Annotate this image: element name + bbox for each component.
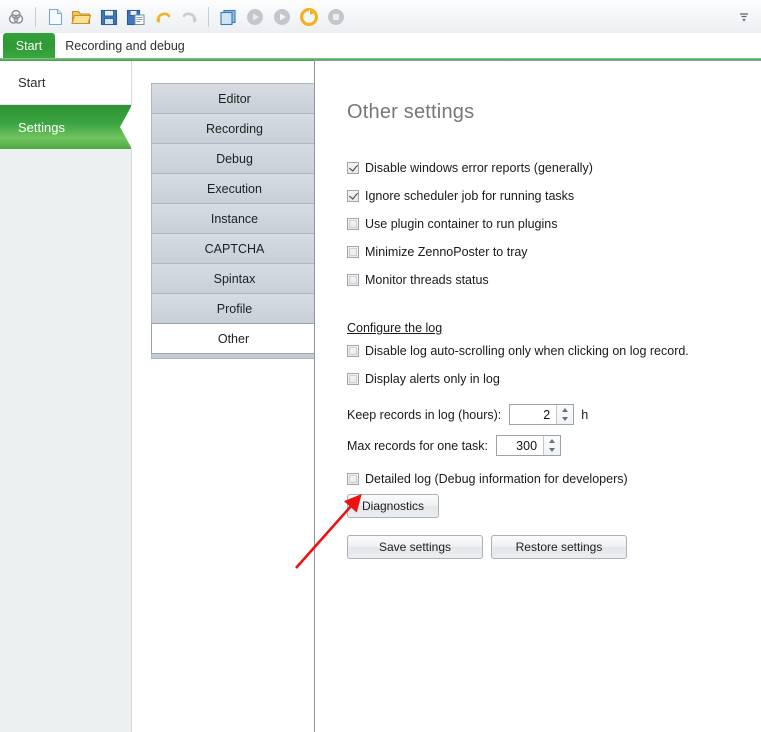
save-as-icon[interactable] bbox=[122, 3, 149, 30]
tab-recording-and-debug[interactable]: Recording and debug bbox=[62, 33, 188, 58]
field-max-records-for-one-task: Max records for one task: 300 bbox=[347, 435, 747, 456]
ribbon-tabstrip: Start Recording and debug bbox=[0, 33, 761, 58]
checkbox-box-icon[interactable] bbox=[347, 246, 359, 258]
settings-tab-instance[interactable]: Instance bbox=[151, 203, 318, 233]
stop-icon[interactable] bbox=[322, 3, 349, 30]
play-icon[interactable] bbox=[268, 3, 295, 30]
checkbox-box-icon[interactable] bbox=[347, 373, 359, 385]
settings-tab-debug[interactable]: Debug bbox=[151, 143, 318, 173]
checkbox-box-icon[interactable] bbox=[347, 345, 359, 357]
checkbox-label: Minimize ZennoPoster to tray bbox=[365, 245, 528, 259]
checkbox-label: Disable log auto-scrolling only when cli… bbox=[365, 344, 689, 358]
spinner-down-icon[interactable] bbox=[557, 415, 573, 425]
checkbox-label: Ignore scheduler job for running tasks bbox=[365, 189, 575, 203]
keep-records-unit-label: h bbox=[581, 407, 589, 422]
settings-tab-spintax[interactable]: Spintax bbox=[151, 263, 318, 293]
restore-settings-button[interactable]: Restore settings bbox=[491, 535, 627, 559]
checkbox-ignore-scheduler-job[interactable]: Ignore scheduler job for running tasks bbox=[347, 189, 747, 203]
spinner-down-icon[interactable] bbox=[544, 446, 560, 456]
checkbox-monitor-threads-status[interactable]: Monitor threads status bbox=[347, 273, 747, 287]
toolbar-overflow-icon[interactable] bbox=[733, 3, 755, 30]
field-label: Max records for one task: bbox=[347, 438, 489, 453]
redo-icon[interactable] bbox=[176, 3, 203, 30]
undo-icon[interactable] bbox=[149, 3, 176, 30]
checkbox-label: Disable windows error reports (generally… bbox=[365, 161, 593, 175]
settings-tab-list-tail bbox=[151, 354, 318, 359]
new-project-icon[interactable] bbox=[41, 3, 68, 30]
spinner-up-icon[interactable] bbox=[544, 436, 560, 446]
settings-action-buttons: Save settings Restore settings bbox=[347, 535, 747, 559]
checkbox-box-icon[interactable] bbox=[347, 274, 359, 286]
checkbox-box-icon[interactable] bbox=[347, 218, 359, 230]
run-icon[interactable] bbox=[241, 3, 268, 30]
save-icon[interactable] bbox=[95, 3, 122, 30]
save-settings-button[interactable]: Save settings bbox=[347, 535, 483, 559]
selected-pointer-icon bbox=[120, 105, 132, 149]
configure-the-log-heading: Configure the log bbox=[347, 319, 747, 344]
checkbox-box-icon[interactable] bbox=[347, 162, 359, 174]
zennoposter-logo-icon[interactable] bbox=[3, 3, 30, 30]
max-records-input[interactable]: 300 bbox=[497, 436, 544, 455]
settings-tab-recording[interactable]: Recording bbox=[151, 113, 318, 143]
spinner-arrows[interactable] bbox=[543, 436, 561, 456]
checkbox-minimize-to-tray[interactable]: Minimize ZennoPoster to tray bbox=[347, 245, 747, 259]
checkbox-detailed-log[interactable]: Detailed log (Debug information for deve… bbox=[347, 472, 747, 486]
max-records-spinner[interactable]: 300 bbox=[496, 435, 562, 456]
settings-tab-list: Editor Recording Debug Execution Instanc… bbox=[151, 83, 318, 359]
sidebar-item-label: Start bbox=[18, 75, 46, 90]
tab-start[interactable]: Start bbox=[3, 33, 55, 58]
keep-records-input[interactable]: 2 bbox=[510, 405, 557, 424]
configure-the-log-link[interactable]: Configure the log bbox=[347, 321, 442, 335]
checkbox-box-icon[interactable] bbox=[347, 473, 359, 485]
checkbox-disable-log-auto-scrolling[interactable]: Disable log auto-scrolling only when cli… bbox=[347, 344, 747, 358]
settings-tab-execution[interactable]: Execution bbox=[151, 173, 318, 203]
spinner-arrows[interactable] bbox=[556, 405, 574, 425]
toolbar-separator bbox=[35, 6, 36, 27]
checkbox-box-icon[interactable] bbox=[347, 190, 359, 202]
checkbox-use-plugin-container[interactable]: Use plugin container to run plugins bbox=[347, 217, 747, 231]
copy-window-icon[interactable] bbox=[214, 3, 241, 30]
field-keep-records-in-log: Keep records in log (hours): 2 h bbox=[347, 404, 747, 425]
checkbox-label: Detailed log (Debug information for deve… bbox=[365, 472, 628, 486]
application-window: Start Recording and debug Start Settings… bbox=[0, 0, 761, 732]
settings-tab-editor[interactable]: Editor bbox=[151, 83, 318, 113]
settings-tab-other[interactable]: Other bbox=[151, 323, 315, 354]
checkbox-display-alerts-only-in-log[interactable]: Display alerts only in log bbox=[347, 372, 747, 386]
field-label: Keep records in log (hours): bbox=[347, 407, 502, 422]
settings-content-panel: Other settings Disable windows error rep… bbox=[314, 60, 761, 732]
settings-form: Disable windows error reports (generally… bbox=[347, 161, 747, 559]
checkbox-label: Monitor threads status bbox=[365, 273, 489, 287]
toolbar-separator bbox=[208, 6, 209, 27]
diagnostics-button[interactable]: Diagnostics bbox=[347, 494, 439, 518]
left-navigation: Start Settings bbox=[0, 61, 132, 732]
refresh-icon[interactable] bbox=[295, 3, 322, 30]
settings-tab-captcha[interactable]: CAPTCHA bbox=[151, 233, 318, 263]
spinner-up-icon[interactable] bbox=[557, 405, 573, 415]
checkbox-label: Use plugin container to run plugins bbox=[365, 217, 558, 231]
sidebar-item-settings[interactable]: Settings bbox=[0, 105, 132, 149]
sidebar-item-start[interactable]: Start bbox=[0, 61, 131, 105]
checkbox-disable-windows-error-reports[interactable]: Disable windows error reports (generally… bbox=[347, 161, 747, 175]
page-title: Other settings bbox=[347, 101, 475, 123]
keep-records-spinner[interactable]: 2 bbox=[509, 404, 575, 425]
open-folder-icon[interactable] bbox=[68, 3, 95, 30]
checkbox-label: Display alerts only in log bbox=[365, 372, 500, 386]
main-toolbar bbox=[0, 0, 761, 33]
settings-tab-profile[interactable]: Profile bbox=[151, 293, 318, 323]
sidebar-item-label: Settings bbox=[18, 119, 65, 135]
